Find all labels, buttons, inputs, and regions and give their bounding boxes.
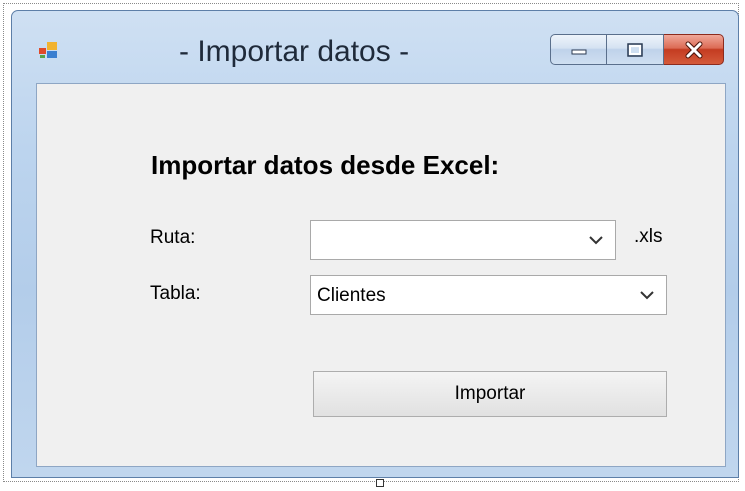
form-client-area: Importar datos desde Excel: Ruta: .xls T… xyxy=(36,83,726,467)
maximize-button[interactable] xyxy=(607,34,664,65)
form-heading: Importar datos desde Excel: xyxy=(151,150,500,180)
chevron-down-icon[interactable] xyxy=(640,290,654,300)
tabla-value: Clientes xyxy=(317,285,386,306)
tabla-label: Tabla: xyxy=(150,283,201,304)
ruta-label: Ruta: xyxy=(150,227,196,248)
importar-button[interactable]: Importar xyxy=(313,371,667,417)
close-icon xyxy=(685,41,702,58)
resize-grip-bottom[interactable] xyxy=(376,479,384,487)
xls-extension-label: .xls xyxy=(634,226,663,247)
ruta-combobox[interactable] xyxy=(310,220,616,260)
title-bar[interactable]: - Importar datos - xyxy=(12,11,738,83)
tabla-combobox[interactable]: Clientes xyxy=(310,275,667,315)
minimize-button[interactable] xyxy=(550,34,607,65)
close-button[interactable] xyxy=(664,34,724,65)
form-window: - Importar datos - Importar datos desde … xyxy=(11,10,739,478)
caption-buttons xyxy=(550,34,724,68)
maximize-icon xyxy=(627,42,643,57)
minimize-icon xyxy=(571,49,586,54)
chevron-down-icon[interactable] xyxy=(589,235,603,245)
